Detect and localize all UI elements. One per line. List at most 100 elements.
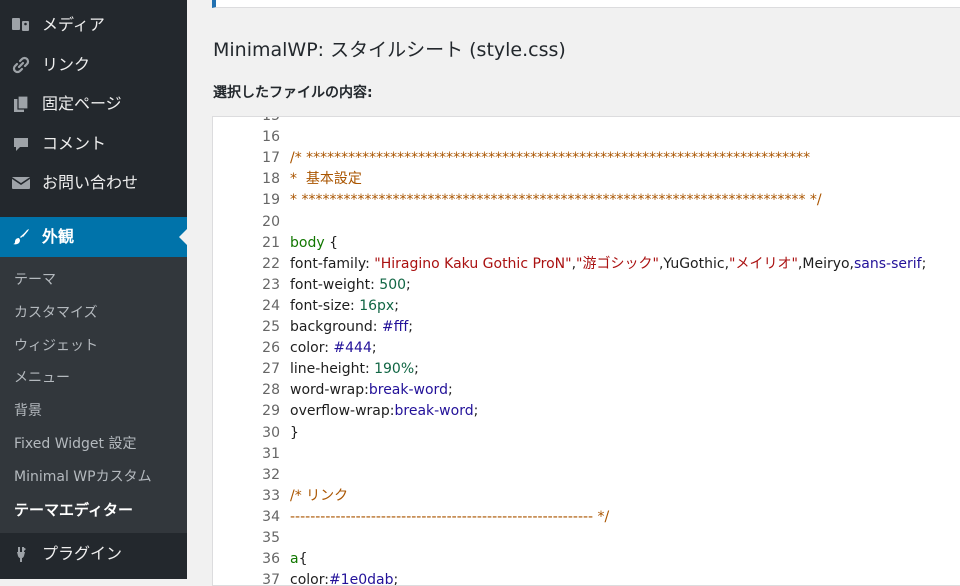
line-number: 27 — [262, 361, 280, 378]
code-token: { — [298, 551, 308, 568]
code-token: ; — [393, 572, 399, 586]
sidebar-item-plugins[interactable]: プラグイン — [0, 534, 187, 574]
line-number: 28 — [262, 382, 280, 399]
line-code: font-family: "Hiragino Kaku Gothic ProN"… — [290, 254, 926, 275]
code-token: ; — [414, 361, 419, 378]
line-number: 21 — [262, 234, 280, 251]
sidebar-item-label: メディア — [42, 15, 105, 34]
submenu-item[interactable]: テーマ — [14, 270, 56, 290]
code-line: 29 overflow-wrap:break-word; — [213, 401, 960, 422]
line-code: body { — [290, 233, 338, 254]
code-token: "游ゴシック" — [576, 255, 659, 272]
code-line: 15 — [213, 116, 960, 127]
code-line: 32 — [213, 465, 960, 486]
line-code: a{ — [290, 549, 308, 570]
sidebar-item-pages[interactable]: 固定ページ — [0, 84, 187, 124]
sidebar-item-comments[interactable]: コメント — [0, 124, 187, 164]
code-token: ,Meiryo, — [797, 255, 855, 272]
code-line: 19 * ************************************… — [213, 190, 960, 211]
sidebar-item-appearance[interactable]: 外観 — [0, 217, 187, 257]
submenu-item[interactable]: テーマエディター — [14, 500, 133, 520]
code-token: "メイリオ" — [729, 255, 798, 272]
submenu-item[interactable]: Fixed Widget 設定 — [14, 434, 136, 454]
submenu-item[interactable]: Minimal WPカスタム — [14, 467, 152, 487]
line-number: 23 — [262, 276, 280, 293]
code-token: /* リンク — [290, 487, 349, 504]
code-token: 190% — [374, 361, 415, 378]
line-code: background: #fff; — [290, 317, 413, 338]
code-token: #fff — [381, 319, 409, 335]
line-code: font-weight: 500; — [290, 275, 411, 296]
code-line: 23 font-weight: 500; — [213, 275, 960, 296]
code-token: 16px — [359, 297, 395, 314]
submenu-item[interactable]: 背景 — [14, 401, 42, 421]
sidebar-item-links[interactable]: リンク — [0, 45, 187, 85]
code-token: /* *************************************… — [290, 150, 811, 167]
line-number: 18 — [262, 171, 280, 188]
file-content-label: 選択したファイルの内容: — [213, 85, 373, 101]
page-title: MinimalWP: スタイルシート (style.css) — [213, 39, 566, 61]
code-token: ; — [408, 319, 414, 335]
code-line: 21 body { — [213, 233, 960, 254]
code-editor[interactable]: 15 16 17 /* *******************************… — [212, 116, 960, 586]
active-indicator — [179, 229, 187, 245]
sidebar-item-media[interactable]: メディア — [0, 5, 187, 45]
code-line: 33 /* リンク — [213, 486, 960, 507]
code-line: 25 background: #fff; — [213, 317, 960, 338]
line-code: font-size: 16px; — [290, 296, 399, 317]
sidebar-item-label: リンク — [42, 54, 91, 74]
line-code: color:#1e0dab; — [290, 570, 399, 586]
line-number: 30 — [262, 424, 280, 441]
line-code: } — [290, 423, 299, 444]
line-number: 16 — [262, 129, 280, 146]
appearance-submenu: テーマカスタマイズ ウィジェット メニュー背景 Fixed Widget 設定 Mini… — [0, 257, 187, 533]
code-line: 35 — [213, 528, 960, 549]
mail-icon — [10, 173, 32, 193]
sidebar-item-label: プラグイン — [42, 544, 123, 563]
code-token: * **************************************… — [290, 192, 822, 209]
code-token: color: — [290, 572, 329, 586]
line-number: 15 — [262, 116, 280, 124]
code-token: background: — [290, 319, 382, 335]
admin-sidebar: テーマカスタマイズ ウィジェット メニュー背景 Fixed Widget 設定 Mini… — [0, 0, 187, 579]
line-number: 36 — [262, 551, 280, 568]
code-token: ; — [447, 382, 453, 399]
code-line: 31 — [213, 444, 960, 465]
code-line: 30} — [213, 423, 960, 444]
submenu-item[interactable]: ウィジェット — [14, 336, 98, 356]
line-code: /* リンク — [290, 486, 348, 507]
code-token: { — [324, 234, 338, 251]
code-token: ----------------------------------------… — [290, 508, 610, 525]
code-token: overflow-wrap: — [290, 403, 395, 420]
code-token: ; — [406, 276, 411, 293]
line-code: overflow-wrap:break-word; — [290, 401, 478, 422]
code-line: 34 --------------------------------------… — [213, 507, 960, 528]
code-token: sans-serif — [854, 255, 922, 272]
code-token: body — [290, 234, 325, 251]
code-token: font-size: — [290, 297, 360, 314]
line-number: 37 — [262, 572, 280, 586]
code-token: "Hiragino Kaku Gothic ProN" — [374, 255, 572, 272]
media-icon — [10, 15, 32, 35]
sidebar-item-label: 固定ページ — [42, 94, 122, 113]
line-number: 26 — [262, 340, 280, 357]
line-number: 22 — [262, 255, 280, 272]
line-number: 25 — [262, 319, 280, 335]
line-code: word-wrap:break-word; — [290, 380, 453, 401]
line-code: /* *************************************… — [290, 148, 810, 169]
line-number: 24 — [262, 297, 280, 314]
paintbrush-icon — [10, 227, 32, 247]
plugin-icon — [10, 544, 32, 564]
code-token: #1e0dab — [328, 572, 394, 586]
line-code: * 基本設定 — [290, 169, 362, 190]
code-line: 24 font-size: 16px; — [213, 296, 960, 317]
submenu-item[interactable]: メニュー — [14, 368, 70, 388]
comment-icon — [10, 134, 32, 154]
line-number: 17 — [262, 150, 280, 167]
sidebar-item-label: コメント — [42, 133, 107, 153]
code-token: ,YuGothic, — [658, 255, 730, 272]
sidebar-item-contact[interactable]: お問い合わせ — [0, 163, 187, 203]
submenu-item[interactable]: カスタマイズ — [14, 303, 98, 323]
code-line: 18 * 基本設定 — [213, 169, 960, 190]
code-token: color: — [290, 340, 334, 357]
